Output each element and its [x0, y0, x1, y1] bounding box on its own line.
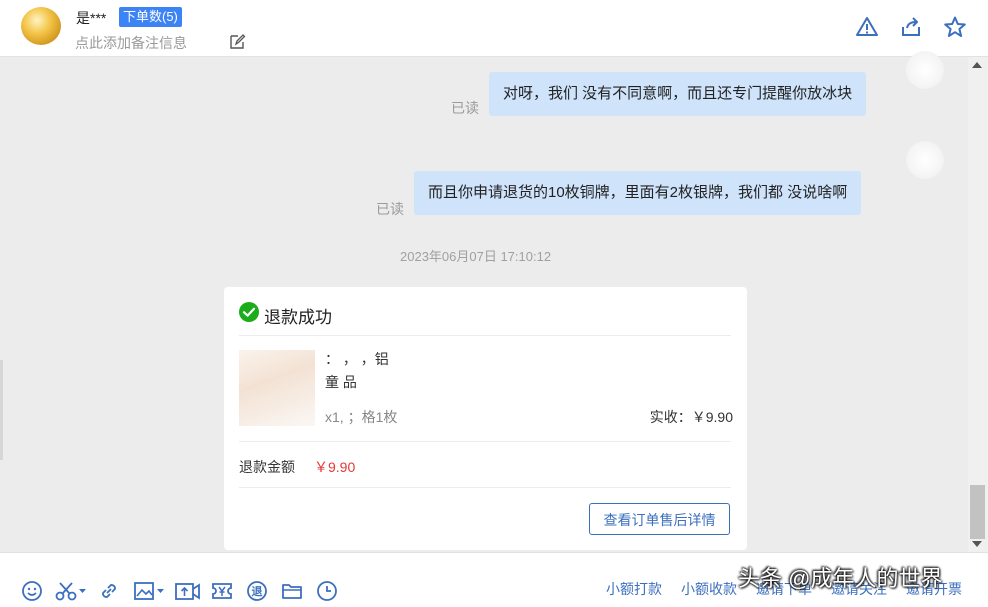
edit-note-icon[interactable]	[229, 33, 246, 50]
divider	[239, 335, 731, 336]
folder-icon[interactable]	[281, 580, 303, 602]
paid-amount: 实收：￥9.90	[650, 407, 733, 427]
divider	[239, 441, 731, 442]
message-timestamp: 2023年06月07日 17:10:12	[400, 249, 552, 264]
invite-order-link[interactable]: 邀请下单	[756, 579, 812, 599]
read-status: 已读	[376, 201, 404, 217]
scroll-down-arrow-icon[interactable]	[972, 541, 982, 547]
chat-scrollbar[interactable]	[968, 57, 988, 552]
coupon-icon[interactable]	[211, 580, 233, 602]
refund-amount-label: 退款金额	[239, 459, 295, 475]
resize-edge	[0, 360, 3, 460]
contact-name: 是***	[76, 10, 107, 26]
refund-amount-value: ￥9.90	[314, 459, 356, 475]
warning-icon[interactable]	[855, 15, 879, 39]
message-bubble[interactable]: 对呀，我们 没有不同意啊，而且还专门提醒你放冰块	[489, 72, 867, 116]
paid-value: ￥9.90	[691, 409, 733, 425]
read-status: 已读	[451, 100, 479, 116]
small-payment-link[interactable]: 小额打款	[606, 579, 662, 599]
success-check-icon	[239, 302, 259, 322]
divider	[239, 487, 731, 488]
sender-avatar	[906, 141, 944, 179]
product-thumbnail[interactable]	[239, 350, 315, 426]
product-title[interactable]: ： ， ，铝	[325, 349, 389, 369]
view-aftersale-detail-button[interactable]: 查看订单售后详情	[589, 503, 730, 535]
refund-card: 退款成功 ： ， ，铝 童 品 x1, ；格1枚 实收：￥9.90 退款金额 ￥…	[224, 287, 747, 550]
scrollbar-thumb[interactable]	[970, 485, 985, 539]
sender-avatar	[906, 51, 944, 89]
refund-icon[interactable]: 退	[246, 580, 268, 602]
order-count-badge[interactable]: 下单数(5)	[119, 7, 182, 27]
svg-text:退: 退	[252, 584, 263, 598]
product-spec: x1, ；格1枚	[325, 409, 398, 425]
small-collection-link[interactable]: 小额收款	[681, 579, 737, 599]
screenshot-scissors-icon[interactable]	[55, 580, 89, 602]
emoji-icon[interactable]	[21, 580, 43, 602]
input-toolbar: 退 小额打款 小额收款 邀请下单 邀请关注 邀请开票	[0, 552, 988, 607]
star-icon[interactable]	[943, 15, 967, 39]
refund-status-title: 退款成功	[264, 308, 332, 327]
message-bubble[interactable]: 而且你申请退货的10枚铜牌，里面有2枚银牌，我们都 没说啥啊	[414, 171, 862, 215]
share-icon[interactable]	[899, 15, 923, 39]
paid-label: 实收：	[649, 409, 692, 425]
scroll-up-arrow-icon[interactable]	[972, 62, 982, 68]
avatar[interactable]	[21, 7, 61, 45]
image-icon[interactable]	[133, 580, 167, 602]
history-clock-icon[interactable]	[316, 580, 338, 602]
invite-invoice-link[interactable]: 邀请开票	[906, 579, 962, 599]
product-title-line2: 童 品	[325, 374, 357, 390]
chat-area[interactable]: 已读 对呀，我们 没有不同意啊，而且还专门提醒你放冰块 已读 而且你申请退货的1…	[0, 51, 968, 552]
invite-follow-link[interactable]: 邀请关注	[831, 579, 887, 599]
video-upload-icon[interactable]	[175, 580, 201, 602]
chat-header: 是*** 下单数(5) 点此添加备注信息	[0, 0, 988, 57]
link-icon[interactable]	[98, 580, 120, 602]
note-field[interactable]: 点此添加备注信息	[75, 33, 187, 53]
